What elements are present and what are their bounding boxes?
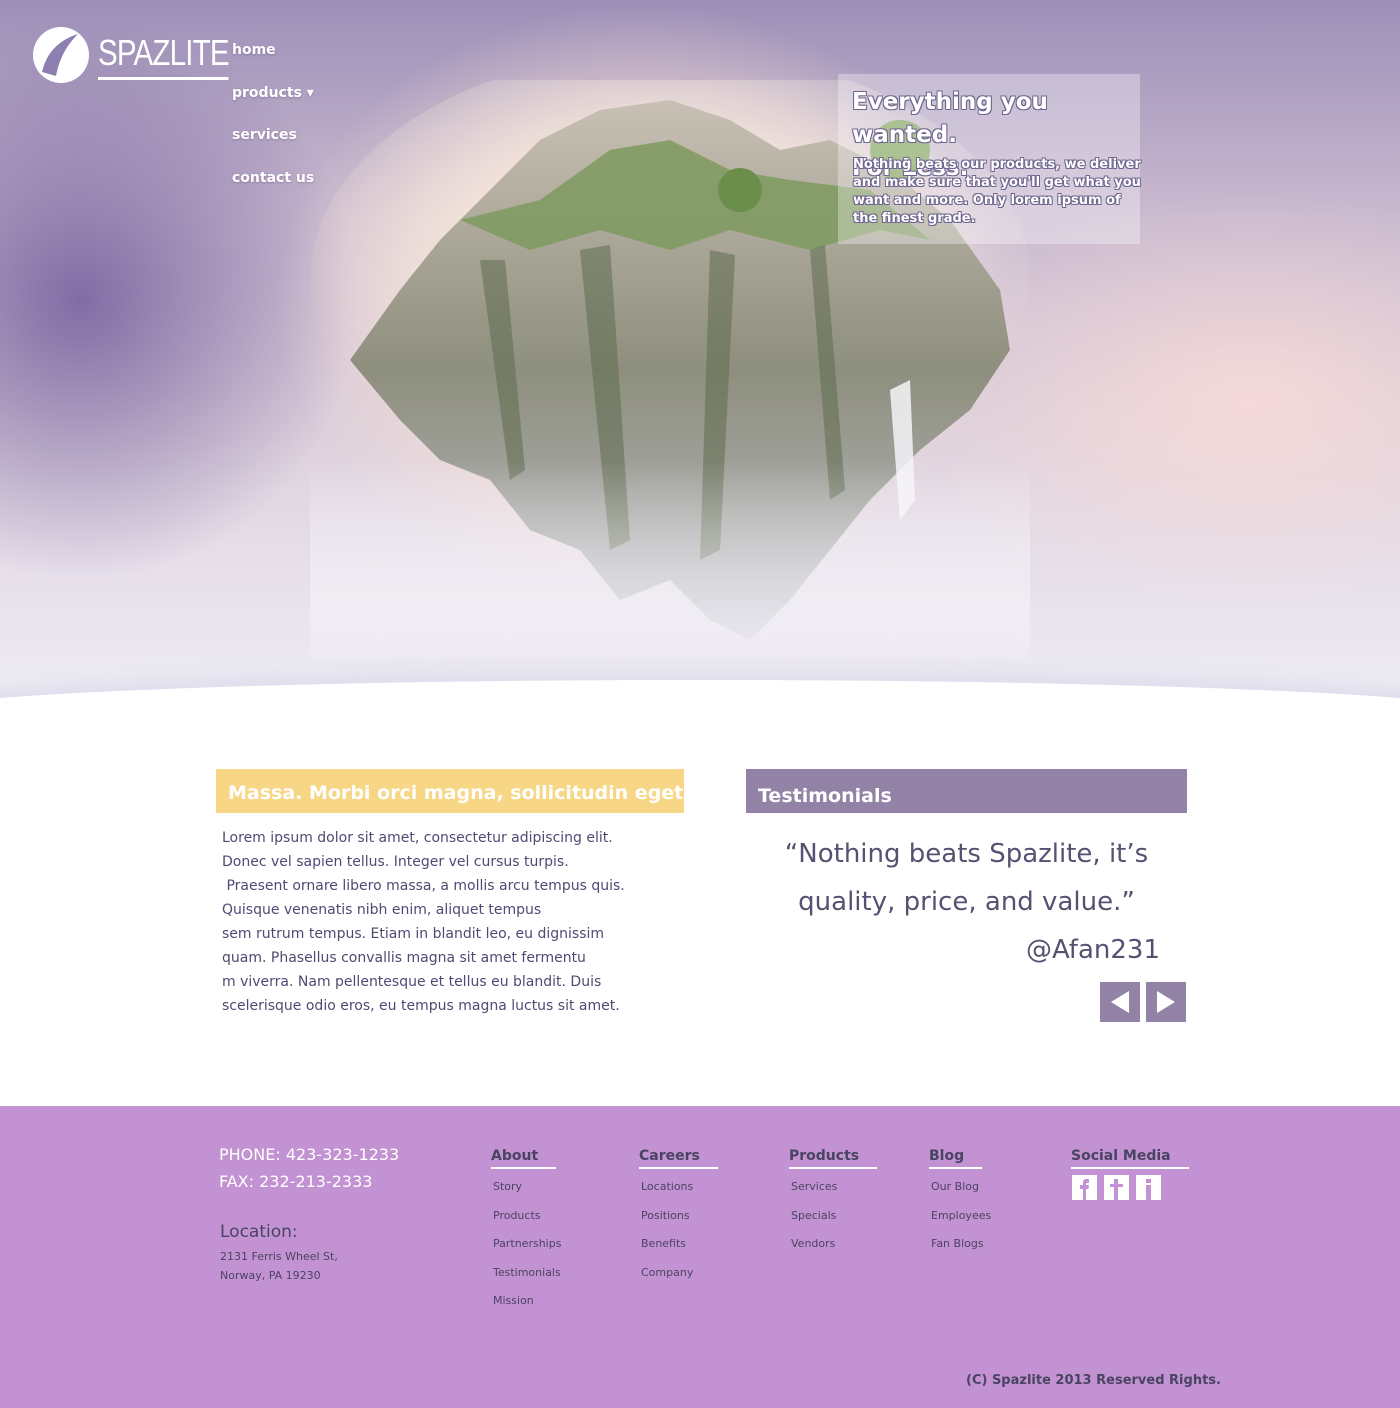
arrow-right-icon [1157, 991, 1175, 1013]
footer-link[interactable]: Mission [491, 1287, 561, 1316]
intro-line: Lorem ipsum dolor sit amet, consectetur … [222, 830, 613, 846]
testimonial-quote-line1: “Nothing beats Spazlite, it’s [784, 839, 1149, 869]
info-icon[interactable] [1136, 1175, 1161, 1200]
footer-address-line2: Norway, PA 19230 [220, 1269, 321, 1282]
footer-link[interactable]: Products [491, 1202, 561, 1231]
footer-column-title: About [491, 1147, 557, 1169]
intro-line: m viverra. Nam pellentesque et tellus eu… [222, 974, 602, 990]
hero-title-line1: Everything you wanted. [852, 89, 1048, 148]
footer-location-title: Location: [220, 1222, 298, 1242]
arrow-left-icon [1111, 991, 1129, 1013]
footer-fax: FAX: 232-213-2333 [219, 1172, 373, 1191]
nav-home[interactable]: home [232, 40, 314, 83]
intro-line: scelerisque odio eros, eu tempus magna l… [222, 998, 620, 1014]
intro-body: Lorem ipsum dolor sit amet, consectetur … [222, 826, 652, 1018]
intro-line: quam. Phasellus convallis magna sit amet… [222, 950, 586, 966]
footer-link[interactable]: Employees [929, 1202, 991, 1231]
main-nav: home products ▾ services contact us [232, 40, 314, 210]
footer-link[interactable]: Locations [639, 1173, 718, 1202]
footer-column-products: Products Services Specials Vendors [789, 1145, 878, 1259]
footer-column-social: Social Media [1071, 1145, 1189, 1169]
nav-contact-us[interactable]: contact us [232, 168, 314, 211]
hero-banner [0, 0, 1400, 714]
nav-services[interactable]: services [232, 125, 314, 168]
facebook-icon[interactable] [1072, 1175, 1097, 1200]
hero-description: Nothing beats our products, we deliver a… [853, 157, 1141, 226]
footer-phone: PHONE: 423-323-1233 [219, 1145, 400, 1164]
intro-line: Praesent ornare libero massa, a mollis a… [222, 878, 625, 894]
intro-line: Donec vel sapien tellus. Integer vel cur… [222, 854, 569, 870]
hero-bottom-curve [0, 680, 1400, 714]
footer-link[interactable]: Story [491, 1173, 561, 1202]
footer-link[interactable]: Benefits [639, 1230, 718, 1259]
footer-link[interactable]: Fan Blogs [929, 1230, 991, 1259]
intro-line: Quisque venenatis nibh enim, aliquet tem… [222, 902, 542, 918]
footer-link[interactable]: Positions [639, 1202, 718, 1231]
footer-column-title: Blog [929, 1147, 983, 1169]
footer-link[interactable]: Services [789, 1173, 877, 1202]
testimonial-quote-line2: quality, price, and value.” [798, 887, 1135, 917]
nav-products[interactable]: products ▾ [232, 83, 314, 126]
leaf-logo-icon [33, 27, 89, 83]
prev-testimonial-button[interactable] [1100, 982, 1140, 1022]
footer-social-title: Social Media [1071, 1147, 1189, 1169]
next-testimonial-button[interactable] [1146, 982, 1186, 1022]
footer-column-careers: Careers Locations Positions Benefits Com… [639, 1145, 718, 1287]
footer-column-blog: Blog Our Blog Employees Fan Blogs [929, 1145, 991, 1259]
intro-line: sem rutrum tempus. Etiam in blandit leo,… [222, 926, 605, 942]
testimonial-quote: “Nothing beats Spazlite, it’s quality, p… [746, 830, 1187, 926]
testimonial-author: @Afan231 [1025, 935, 1160, 965]
social-icons [1072, 1175, 1168, 1200]
brand-logo[interactable]: SPAZLITE [32, 26, 257, 84]
testimonials-heading: Testimonials [746, 769, 1187, 813]
copyright: (C) Spazlite 2013 Reserved Rights. [966, 1373, 1221, 1388]
brand-name: SPAZLITE [98, 31, 230, 80]
footer-address-line1: 2131 Ferris Wheel St, [220, 1250, 338, 1263]
footer-link[interactable]: Testimonials [491, 1259, 561, 1288]
footer-column-about: About Story Products Partnerships Testim… [491, 1145, 561, 1316]
footer-link[interactable]: Specials [789, 1202, 877, 1231]
footer-column-title: Products [789, 1147, 878, 1169]
footer-link[interactable]: Partnerships [491, 1230, 561, 1259]
footer-link[interactable]: Our Blog [929, 1173, 991, 1202]
footer-column-title: Careers [639, 1147, 718, 1169]
footer-link[interactable]: Vendors [789, 1230, 877, 1259]
intro-heading: Massa. Morbi orci magna, sollicitudin eg… [216, 769, 691, 813]
footer-link[interactable]: Company [639, 1259, 718, 1288]
twitter-icon[interactable] [1104, 1175, 1129, 1200]
